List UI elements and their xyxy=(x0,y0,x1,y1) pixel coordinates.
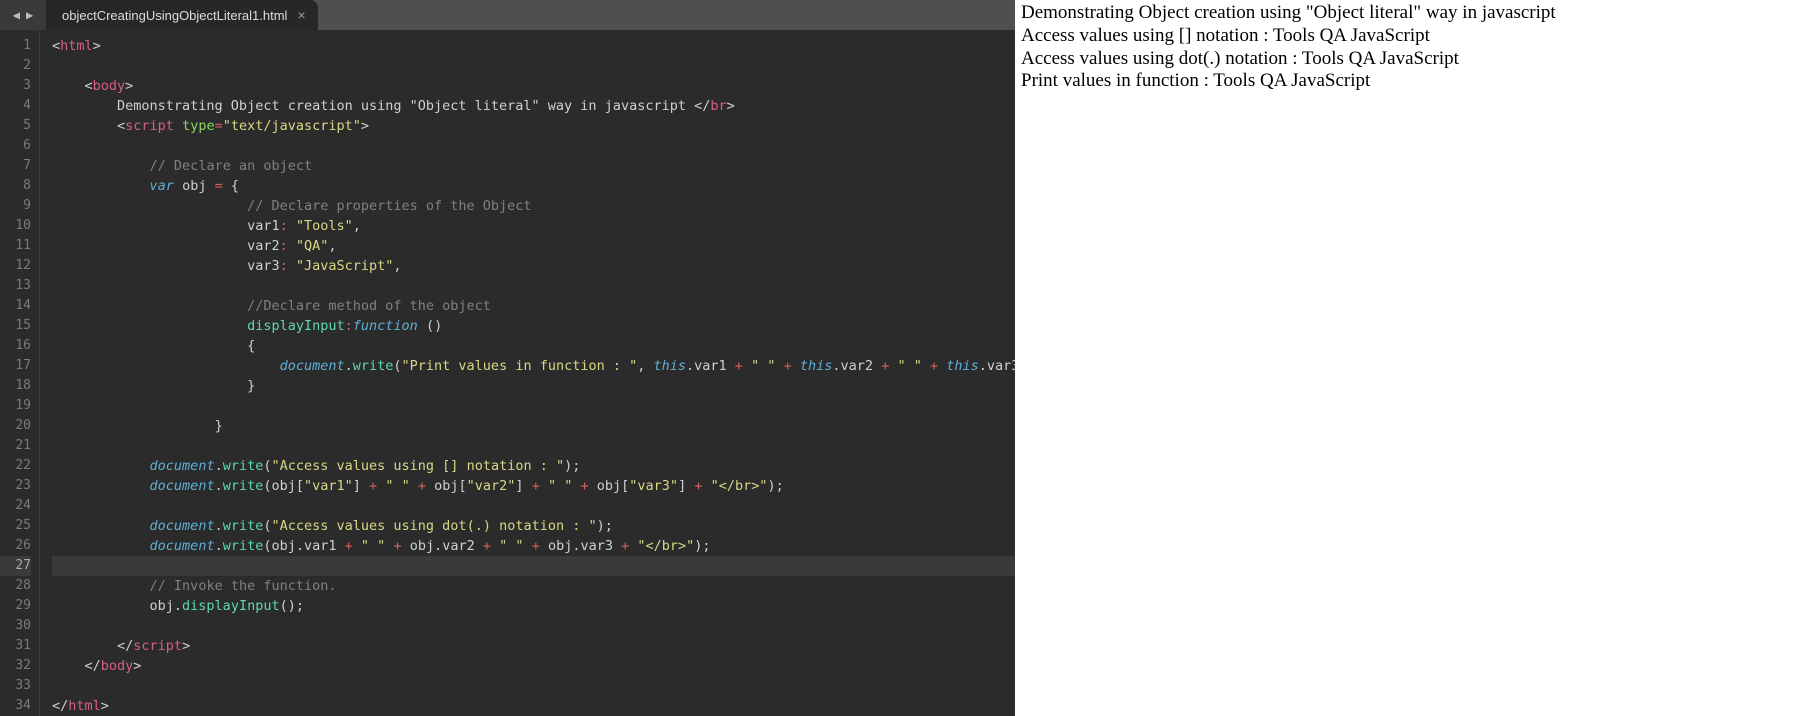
code-line[interactable]: Demonstrating Object creation using "Obj… xyxy=(52,96,1015,116)
code-line[interactable]: <html> xyxy=(52,36,1015,56)
output-line: Demonstrating Object creation using "Obj… xyxy=(1021,2,1794,25)
code-line[interactable] xyxy=(52,136,1015,156)
code-line[interactable]: var2: "QA", xyxy=(52,236,1015,256)
code-line[interactable]: </body> xyxy=(52,656,1015,676)
code-line[interactable]: </script> xyxy=(52,636,1015,656)
tab-label: objectCreatingUsingObjectLiteral1.html xyxy=(62,8,287,23)
code-line[interactable]: <body> xyxy=(52,76,1015,96)
output-line: Access values using dot(.) notation : To… xyxy=(1021,48,1794,71)
line-number: 22 xyxy=(0,456,31,476)
line-number: 34 xyxy=(0,696,31,716)
code-line[interactable]: var3: "JavaScript", xyxy=(52,256,1015,276)
code-line[interactable]: document.write(obj.var1 + " " + obj.var2… xyxy=(52,536,1015,556)
tab-nav-arrows[interactable]: ◀ ▶ xyxy=(0,0,46,30)
line-number: 5 xyxy=(0,116,31,136)
code-line[interactable]: document.write("Print values in function… xyxy=(52,356,1015,376)
code-line[interactable] xyxy=(52,276,1015,296)
line-number: 24 xyxy=(0,496,31,516)
line-number: 25 xyxy=(0,516,31,536)
tab-strip: ◀ ▶ objectCreatingUsingObjectLiteral1.ht… xyxy=(0,0,1015,30)
line-number-gutter: 1234567891011121314151617181920212223242… xyxy=(0,30,40,716)
close-icon[interactable]: × xyxy=(297,7,305,23)
nav-forward-icon[interactable]: ▶ xyxy=(26,8,33,22)
line-number: 18 xyxy=(0,376,31,396)
line-number: 31 xyxy=(0,636,31,656)
line-number: 28 xyxy=(0,576,31,596)
output-line: Print values in function : Tools QA Java… xyxy=(1021,70,1794,93)
line-number: 33 xyxy=(0,676,31,696)
code-line[interactable] xyxy=(52,496,1015,516)
line-number: 4 xyxy=(0,96,31,116)
line-number: 6 xyxy=(0,136,31,156)
line-number: 13 xyxy=(0,276,31,296)
code-line[interactable]: //Declare method of the object xyxy=(52,296,1015,316)
line-number: 9 xyxy=(0,196,31,216)
line-number: 17 xyxy=(0,356,31,376)
line-number: 29 xyxy=(0,596,31,616)
code-line[interactable]: document.write("Access values using [] n… xyxy=(52,456,1015,476)
line-number: 26 xyxy=(0,536,31,556)
code-line[interactable] xyxy=(52,556,1015,576)
line-number: 23 xyxy=(0,476,31,496)
code-line[interactable] xyxy=(52,436,1015,456)
code-line[interactable] xyxy=(52,676,1015,696)
line-number: 20 xyxy=(0,416,31,436)
code-line[interactable] xyxy=(52,616,1015,636)
code-line[interactable]: } xyxy=(52,416,1015,436)
code-line[interactable]: // Declare properties of the Object xyxy=(52,196,1015,216)
line-number: 19 xyxy=(0,396,31,416)
line-number: 14 xyxy=(0,296,31,316)
line-number: 27 xyxy=(0,556,31,576)
code-line[interactable]: document.write("Access values using dot(… xyxy=(52,516,1015,536)
editor-pane: ◀ ▶ objectCreatingUsingObjectLiteral1.ht… xyxy=(0,0,1015,716)
output-pane: Demonstrating Object creation using "Obj… xyxy=(1015,0,1800,716)
line-number: 15 xyxy=(0,316,31,336)
line-number: 7 xyxy=(0,156,31,176)
line-number: 12 xyxy=(0,256,31,276)
line-number: 11 xyxy=(0,236,31,256)
line-number: 21 xyxy=(0,436,31,456)
code-line[interactable]: // Invoke the function. xyxy=(52,576,1015,596)
code-line[interactable] xyxy=(52,56,1015,76)
code-line[interactable]: } xyxy=(52,376,1015,396)
line-number: 30 xyxy=(0,616,31,636)
line-number: 2 xyxy=(0,56,31,76)
tab-active[interactable]: objectCreatingUsingObjectLiteral1.html × xyxy=(46,0,318,30)
code-line[interactable] xyxy=(52,396,1015,416)
line-number: 32 xyxy=(0,656,31,676)
code-content[interactable]: <html> <body> Demonstrating Object creat… xyxy=(40,30,1015,716)
code-line[interactable]: <script type="text/javascript"> xyxy=(52,116,1015,136)
line-number: 1 xyxy=(0,36,31,56)
nav-back-icon[interactable]: ◀ xyxy=(13,8,20,22)
line-number: 10 xyxy=(0,216,31,236)
output-line: Access values using [] notation : Tools … xyxy=(1021,25,1794,48)
code-line[interactable]: displayInput:function () xyxy=(52,316,1015,336)
code-line[interactable]: document.write(obj["var1"] + " " + obj["… xyxy=(52,476,1015,496)
code-line[interactable]: var obj = { xyxy=(52,176,1015,196)
line-number: 8 xyxy=(0,176,31,196)
code-line[interactable]: // Declare an object xyxy=(52,156,1015,176)
code-line[interactable]: obj.displayInput(); xyxy=(52,596,1015,616)
code-line[interactable]: </html> xyxy=(52,696,1015,716)
code-line[interactable]: var1: "Tools", xyxy=(52,216,1015,236)
line-number: 16 xyxy=(0,336,31,356)
code-line[interactable]: { xyxy=(52,336,1015,356)
code-area[interactable]: 1234567891011121314151617181920212223242… xyxy=(0,30,1015,716)
line-number: 3 xyxy=(0,76,31,96)
